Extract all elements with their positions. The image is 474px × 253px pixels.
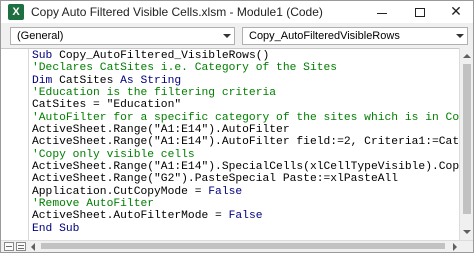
procedure-dropdown-value: Copy_AutoFilteredVisibleRows <box>249 30 400 42</box>
chevron-down-icon[interactable] <box>453 28 467 44</box>
code-text: CatSites <box>59 74 121 87</box>
close-button[interactable]: ✕ <box>441 1 471 23</box>
full-module-view-button[interactable] <box>16 242 26 251</box>
code-line[interactable]: End Sub <box>32 223 459 235</box>
code-keyword: Dim <box>32 74 60 87</box>
code-line[interactable]: ActiveSheet.Range("A1:E14").AutoFilter f… <box>32 136 459 148</box>
scroll-down-icon[interactable] <box>462 227 472 237</box>
code-text: ActiveSheet.Range("G2").PasteSpecial Pas… <box>32 173 399 186</box>
scroll-left-icon[interactable] <box>31 243 35 251</box>
scroll-up-icon[interactable] <box>462 51 472 61</box>
margin-indicator-bar[interactable] <box>1 49 29 240</box>
chevron-down-icon[interactable] <box>220 28 234 44</box>
vertical-scrollbar[interactable] <box>459 48 473 240</box>
object-dropdown[interactable]: (General) <box>10 27 235 45</box>
code-comment: 'Copy only visible cells <box>32 148 195 161</box>
code-line[interactable]: 'Copy only visible cells <box>32 149 459 161</box>
code-line[interactable]: 'AutoFilter for a specific category of t… <box>32 112 459 124</box>
code-line[interactable]: ActiveSheet.Range("G2").PasteSpecial Pas… <box>32 173 459 185</box>
title-bar[interactable]: X Copy Auto Filtered Visible Cells.xlsm … <box>1 1 473 23</box>
code-comment: 'Education is the filtering criteria <box>32 87 277 100</box>
code-text: ActiveSheet.AutoFilterMode = <box>32 210 229 223</box>
code-keyword: Sub <box>32 50 60 62</box>
code-text: ActiveSheet.Range("A1:E14").AutoFilter f… <box>32 136 459 149</box>
vertical-scroll-thumb[interactable] <box>463 64 471 214</box>
code-keyword: False <box>208 185 243 198</box>
procedure-view-button[interactable] <box>4 242 14 251</box>
minimize-icon <box>377 12 387 14</box>
code-comment: 'Declares CatSites i.e. Category of the … <box>32 62 338 75</box>
scroll-right-icon[interactable] <box>453 243 457 251</box>
code-keyword: End Sub <box>32 222 80 235</box>
code-line[interactable]: ActiveSheet.Range("A1:E14").SpecialCells… <box>32 161 459 173</box>
code-line[interactable]: ActiveSheet.AutoFilterMode = False <box>32 210 459 222</box>
code-comment: 'AutoFilter for a specific category of t… <box>32 111 459 124</box>
code-line[interactable]: 'Remove AutoFilter <box>32 198 459 210</box>
code-keyword: As String <box>120 74 182 87</box>
bottom-bar <box>1 240 473 252</box>
code-keyword: False <box>228 210 263 223</box>
maximize-button[interactable] <box>405 1 435 23</box>
code-text: CatSites = "Education" <box>32 99 182 112</box>
close-icon: ✕ <box>450 4 462 20</box>
excel-icon: X <box>8 4 24 20</box>
code-line[interactable]: 'Education is the filtering criteria <box>32 87 459 99</box>
horizontal-scroll-thumb[interactable] <box>41 243 445 249</box>
code-line[interactable]: 'Declares CatSites i.e. Category of the … <box>32 62 459 74</box>
horizontal-scrollbar[interactable] <box>29 241 459 252</box>
code-line[interactable]: CatSites = "Education" <box>32 99 459 111</box>
code-text: ActiveSheet.Range("A1:E14").AutoFilter <box>32 124 290 137</box>
minimize-button[interactable] <box>367 1 397 23</box>
code-line[interactable]: ActiveSheet.Range("A1:E14").AutoFilter <box>32 124 459 136</box>
code-line[interactable]: Application.CutCopyMode = False <box>32 186 459 198</box>
code-comment: 'Remove AutoFilter <box>32 198 155 211</box>
code-text: Copy_AutoFiltered_VisibleRows() <box>59 50 270 62</box>
vba-code-window: X Copy Auto Filtered Visible Cells.xlsm … <box>0 0 474 253</box>
code-text: Application.CutCopyMode = <box>32 185 209 198</box>
window-title: Copy Auto Filtered Visible Cells.xlsm - … <box>31 5 323 19</box>
code-text: ActiveSheet.Range("A1:E14").SpecialCells… <box>32 161 459 174</box>
code-line[interactable]: Sub Copy_AutoFiltered_VisibleRows() <box>32 50 459 62</box>
code-lines[interactable]: Sub Copy_AutoFiltered_VisibleRows() 'Decl… <box>32 50 459 235</box>
code-line[interactable]: Dim CatSites As String <box>32 75 459 87</box>
code-dropdown-bar: (General) Copy_AutoFilteredVisibleRows <box>1 23 473 48</box>
code-editor[interactable]: Sub Copy_AutoFiltered_VisibleRows() 'Decl… <box>1 48 459 240</box>
object-dropdown-value: (General) <box>17 30 64 42</box>
maximize-icon <box>415 7 425 17</box>
procedure-dropdown[interactable]: Copy_AutoFilteredVisibleRows <box>242 27 468 45</box>
